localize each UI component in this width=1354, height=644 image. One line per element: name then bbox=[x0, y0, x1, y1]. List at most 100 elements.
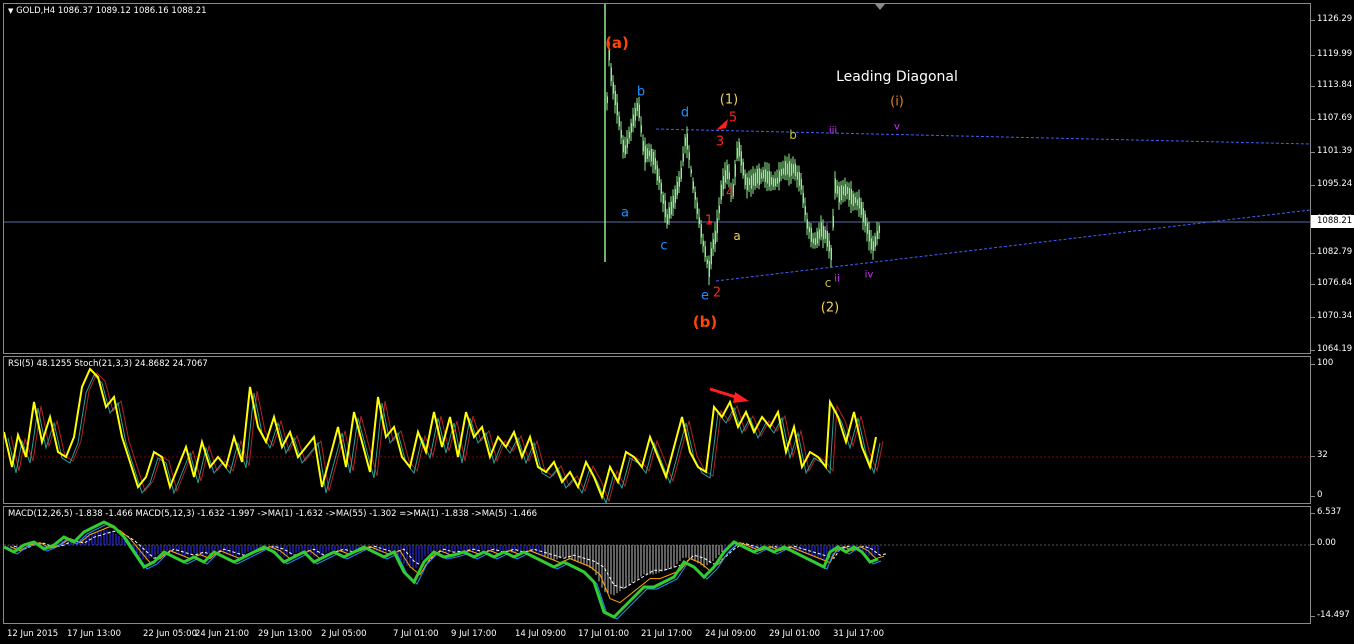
collapse-triangle-icon[interactable]: ▼ bbox=[8, 7, 13, 15]
candle-body bbox=[692, 181, 694, 190]
candle-body bbox=[876, 230, 878, 240]
price-tick-label: 1076.64 bbox=[1317, 278, 1353, 288]
macd-canvas bbox=[4, 520, 1310, 620]
candle-body bbox=[640, 125, 642, 133]
wave-label-c-blue: c bbox=[660, 238, 668, 254]
rsi-tick-label: 100 bbox=[1317, 358, 1334, 368]
candle-body bbox=[832, 215, 834, 228]
price-tick-label: 1126.29 bbox=[1317, 14, 1353, 24]
price-chart-pane[interactable]: ▼ GOLD,H4 1086.37 1089.12 1086.16 1088.2… bbox=[3, 3, 1311, 354]
candle-body bbox=[634, 108, 636, 121]
wave-label-2-red: 2 bbox=[712, 285, 722, 301]
candle-body bbox=[612, 82, 614, 94]
macd-tick-mark bbox=[1311, 616, 1315, 617]
candle-body bbox=[770, 177, 772, 185]
wave-label-e-blue: e bbox=[701, 288, 709, 304]
time-axis-label: 24 Jul 09:00 bbox=[705, 629, 756, 639]
candle-body bbox=[862, 208, 864, 223]
candle-body bbox=[644, 145, 646, 163]
candle-body bbox=[802, 192, 804, 204]
rsi-tick-label: 32 bbox=[1317, 450, 1328, 460]
price-tick-mark bbox=[1311, 20, 1315, 21]
candle-body bbox=[614, 90, 616, 106]
candle-body bbox=[694, 192, 696, 200]
macd-main-line bbox=[4, 520, 879, 619]
candle-body bbox=[676, 181, 678, 196]
candle-body bbox=[660, 182, 662, 194]
candle-body bbox=[780, 168, 782, 176]
time-axis-label: 21 Jul 17:00 bbox=[641, 629, 692, 639]
candle-body bbox=[778, 170, 780, 183]
candle-body bbox=[664, 200, 666, 218]
price-tick-label: 1064.19 bbox=[1317, 344, 1353, 354]
time-axis-label: 17 Jul 01:00 bbox=[578, 629, 629, 639]
wave-label-c-green: c bbox=[824, 276, 832, 290]
macd-tick-label: -14.497 bbox=[1317, 610, 1350, 620]
candle-body bbox=[840, 185, 842, 201]
candle-body bbox=[822, 225, 824, 240]
price-scale[interactable]: 1126.29 1119.99 1113.84 1107.69 1101.39 1095.… bbox=[1311, 3, 1354, 354]
rsi-line bbox=[4, 367, 877, 501]
candle-body bbox=[714, 230, 716, 245]
time-axis-label: 29 Jun 13:00 bbox=[258, 629, 312, 639]
candle-body bbox=[636, 102, 638, 112]
time-axis-label: 7 Jul 01:00 bbox=[393, 629, 439, 639]
candle-body bbox=[610, 67, 612, 82]
wave-label-i-small: i bbox=[825, 222, 829, 234]
price-tick-mark bbox=[1311, 55, 1315, 56]
price-tick-label: 1107.69 bbox=[1317, 113, 1353, 123]
current-price-tag: 1088.21 bbox=[1311, 215, 1354, 228]
candle-body bbox=[776, 177, 778, 184]
time-axis-label: 14 Jul 09:00 bbox=[515, 629, 566, 639]
candle-body bbox=[638, 104, 640, 118]
time-axis-label: 12 Jun 2015 bbox=[7, 629, 59, 639]
time-axis[interactable]: 12 Jun 2015 17 Jun 13:00 22 Jun 05:00 24 Ju… bbox=[3, 624, 1311, 644]
price-tick-mark bbox=[1311, 152, 1315, 153]
candle-body bbox=[710, 248, 712, 265]
candle-body bbox=[658, 176, 660, 183]
candle-body bbox=[648, 150, 650, 157]
macd-scale[interactable]: 6.537 0.00 -14.497 bbox=[1311, 506, 1354, 624]
candle-body bbox=[646, 148, 648, 159]
candle-body bbox=[766, 171, 768, 184]
price-tick-mark bbox=[1311, 253, 1315, 254]
candle-body bbox=[742, 162, 744, 176]
candle-body bbox=[680, 167, 682, 179]
price-tick-label: 1113.84 bbox=[1317, 80, 1353, 90]
candle-body bbox=[830, 248, 832, 261]
rsi-scale[interactable]: 100 32 0 bbox=[1311, 356, 1354, 504]
price-tick-label: 1095.24 bbox=[1317, 179, 1353, 189]
candle-body bbox=[682, 153, 684, 162]
time-axis-label: 31 Jul 17:00 bbox=[833, 629, 884, 639]
candle-body bbox=[690, 169, 692, 174]
leading-diagonal-title: Leading Diagonal bbox=[836, 69, 958, 85]
candle-body bbox=[702, 240, 704, 247]
divergence-arrow-icon bbox=[733, 392, 749, 403]
time-axis-label: 24 Jun 21:00 bbox=[195, 629, 249, 639]
candle-body bbox=[852, 194, 854, 207]
candle-body bbox=[796, 172, 798, 180]
candle-body bbox=[738, 142, 740, 157]
candle-body bbox=[734, 164, 736, 177]
wave-label-a-green: a bbox=[733, 229, 741, 243]
macd-pane[interactable]: MACD(12,26,5) -1.838 -1.466 MACD(5,12,3)… bbox=[3, 506, 1311, 624]
candle-body bbox=[842, 186, 844, 195]
time-axis-label: 17 Jun 13:00 bbox=[67, 629, 121, 639]
candle-body bbox=[744, 174, 746, 186]
wave-label-v: v bbox=[894, 121, 900, 133]
candle-body bbox=[866, 223, 868, 234]
candle-body bbox=[696, 202, 698, 214]
symbol-ohlc-label: GOLD,H4 1086.37 1089.12 1086.16 1088.21 bbox=[16, 6, 207, 16]
candle-body bbox=[728, 172, 730, 180]
rsi-stoch-pane[interactable]: RSI(5) 48.1255 Stoch(21,3,3) 24.8682 24.… bbox=[3, 356, 1311, 504]
candle-body bbox=[632, 114, 634, 127]
candle-body bbox=[622, 139, 624, 153]
candle-body bbox=[786, 163, 788, 175]
candle-body bbox=[758, 168, 760, 186]
time-axis-label: 2 Jul 05:00 bbox=[321, 629, 367, 639]
candle-body bbox=[736, 147, 738, 159]
wave-label-a-big: (a) bbox=[605, 34, 629, 52]
candle-body bbox=[630, 123, 632, 133]
macd-tick-mark bbox=[1311, 544, 1315, 545]
wave-label-d-blue: d bbox=[680, 105, 690, 121]
